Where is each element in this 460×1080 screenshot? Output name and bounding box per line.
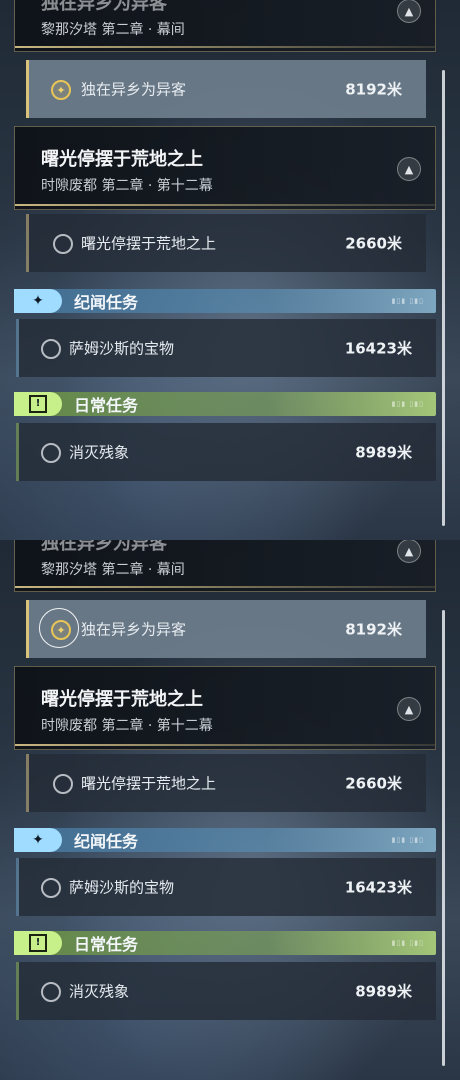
category-banner-daily[interactable]: ! 日常任务 ▮▯▮ ▯▮▯ <box>14 392 436 416</box>
scrollbar[interactable] <box>442 70 445 526</box>
quest-name: 独在异乡为异客 <box>81 80 187 99</box>
category-decoration: ▮▯▮ ▯▮▯ <box>391 400 424 408</box>
category-label: 纪闻任务 <box>74 293 139 312</box>
category-decoration: ▮▯▮ ▯▮▯ <box>391 939 424 947</box>
quest-row-side[interactable]: 萨姆沙斯的宝物 16423米 <box>16 858 436 916</box>
chapter-badge-arrow-icon[interactable]: ▲ <box>397 697 421 721</box>
quest-distance: 8192米 <box>345 80 402 99</box>
circle-icon <box>41 878 61 898</box>
quest-name: 消灭残象 <box>69 982 130 1001</box>
sparkle-icon: ✦ <box>14 289 62 313</box>
chapter-card-prev[interactable]: 独在异乡为异客 黎那汐塔 第二章 · 幕间 ▲ <box>14 540 436 592</box>
quest-row-tracked[interactable]: ✦ 独在异乡为异客 8192米 <box>26 600 426 658</box>
category-decoration: ▮▯▮ ▯▮▯ <box>391 297 424 305</box>
quest-distance: 8989米 <box>355 982 412 1001</box>
chapter-card[interactable]: 曙光停摆于荒地之上 时隙废都 第二章 · 第十二幕 ▲ <box>14 666 436 750</box>
chapter-subtitle: 黎那汐塔 第二章 · 幕间 <box>41 562 185 578</box>
sparkle-icon: ✦ <box>14 828 62 852</box>
quest-name: 萨姆沙斯的宝物 <box>69 339 175 358</box>
category-banner-daily[interactable]: ! 日常任务 ▮▯▮ ▯▮▯ <box>14 931 436 955</box>
quest-row-tracked[interactable]: ✦ 独在异乡为异客 8192米 <box>26 60 426 118</box>
category-label: 日常任务 <box>74 396 139 415</box>
chapter-title: 曙光停摆于荒地之上 <box>41 689 203 710</box>
chapter-card-prev[interactable]: 独在异乡为异客 黎那汐塔 第二章 · 幕间 ▲ <box>14 0 436 52</box>
category-label: 日常任务 <box>74 935 139 954</box>
scrollbar[interactable] <box>442 610 445 1066</box>
quest-distance: 8989米 <box>355 443 412 462</box>
quest-row-side[interactable]: 萨姆沙斯的宝物 16423米 <box>16 319 436 377</box>
quest-panel-top: 独在异乡为异客 黎那汐塔 第二章 · 幕间 ▲ ✦ 独在异乡为异客 8192米 … <box>0 0 460 540</box>
chapter-badge-arrow-icon[interactable]: ▲ <box>397 0 421 23</box>
quest-panel-bottom: 独在异乡为异客 黎那汐塔 第二章 · 幕间 ▲ ✦ 独在异乡为异客 8192米 … <box>0 540 460 1080</box>
chapter-badge-arrow-icon[interactable]: ▲ <box>397 540 421 563</box>
quest-row-daily[interactable]: 消灭残象 8989米 <box>16 423 436 481</box>
circle-icon <box>41 339 61 359</box>
quest-row-chapter[interactable]: 曙光停摆于荒地之上 2660米 <box>26 754 426 812</box>
exclamation-box-icon: ! <box>14 931 62 955</box>
chapter-subtitle: 时隙废都 第二章 · 第十二幕 <box>41 178 213 194</box>
quest-distance: 2660米 <box>345 234 402 253</box>
chapter-title: 独在异乡为异客 <box>41 540 167 554</box>
category-banner-side[interactable]: ✦ 纪闻任务 ▮▯▮ ▯▮▯ <box>14 289 436 313</box>
quest-distance: 16423米 <box>344 878 412 897</box>
category-banner-side[interactable]: ✦ 纪闻任务 ▮▯▮ ▯▮▯ <box>14 828 436 852</box>
quest-name: 萨姆沙斯的宝物 <box>69 878 175 897</box>
quest-name: 独在异乡为异客 <box>81 620 187 639</box>
chapter-subtitle: 黎那汐塔 第二章 · 幕间 <box>41 22 185 38</box>
circle-icon <box>41 982 61 1002</box>
quest-name: 消灭残象 <box>69 443 130 462</box>
quest-row-daily[interactable]: 消灭残象 8989米 <box>16 962 436 1020</box>
chapter-badge-arrow-icon[interactable]: ▲ <box>397 157 421 181</box>
quest-distance: 8192米 <box>345 620 402 639</box>
quest-distance: 2660米 <box>345 774 402 793</box>
chapter-card[interactable]: 曙光停摆于荒地之上 时隙废都 第二章 · 第十二幕 ▲ <box>14 126 436 210</box>
quest-row-chapter[interactable]: 曙光停摆于荒地之上 2660米 <box>26 214 426 272</box>
star-compass-icon: ✦ <box>51 80 71 100</box>
circle-icon <box>53 774 73 794</box>
chapter-title: 曙光停摆于荒地之上 <box>41 149 203 170</box>
quest-distance: 16423米 <box>344 339 412 358</box>
exclamation-box-icon: ! <box>14 392 62 416</box>
category-label: 纪闻任务 <box>74 832 139 851</box>
circle-icon <box>53 234 73 254</box>
quest-name: 曙光停摆于荒地之上 <box>81 774 217 793</box>
circle-icon <box>41 443 61 463</box>
category-decoration: ▮▯▮ ▯▮▯ <box>391 836 424 844</box>
quest-name: 曙光停摆于荒地之上 <box>81 234 217 253</box>
touch-indicator <box>39 608 79 648</box>
chapter-title: 独在异乡为异客 <box>41 0 167 14</box>
chapter-subtitle: 时隙废都 第二章 · 第十二幕 <box>41 718 213 734</box>
